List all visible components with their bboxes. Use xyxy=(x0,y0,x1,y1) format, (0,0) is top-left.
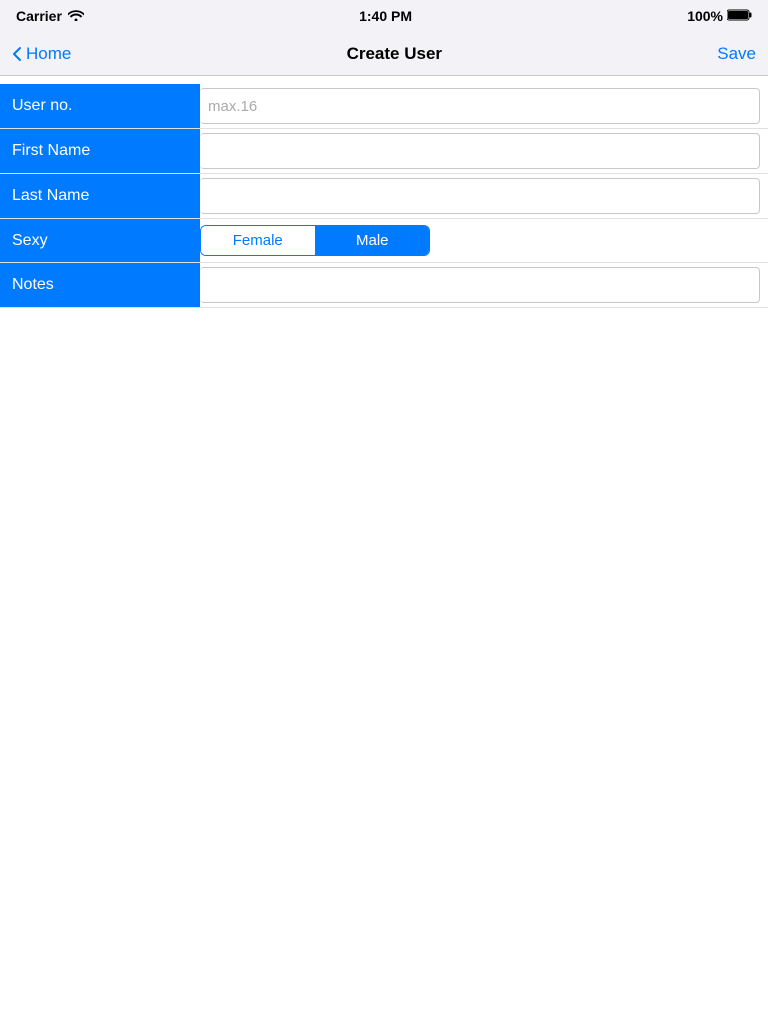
first-name-row: First Name xyxy=(0,129,768,174)
last-name-label: Last Name xyxy=(0,174,200,218)
first-name-input[interactable] xyxy=(200,133,760,169)
female-option[interactable]: Female xyxy=(201,226,315,255)
last-name-input[interactable] xyxy=(200,178,760,214)
battery-percent-label: 100% xyxy=(687,8,723,24)
first-name-label: First Name xyxy=(0,129,200,173)
carrier-label: Carrier xyxy=(16,8,62,24)
nav-bar: Home Create User Save xyxy=(0,32,768,76)
male-option[interactable]: Male xyxy=(316,226,430,255)
status-time: 1:40 PM xyxy=(359,8,412,24)
notes-row: Notes xyxy=(0,263,768,308)
notes-label: Notes xyxy=(0,263,200,307)
notes-input[interactable] xyxy=(200,267,760,303)
user-no-label: User no. xyxy=(0,84,200,128)
battery-icon xyxy=(727,8,752,24)
wifi-icon xyxy=(68,8,84,24)
page-title: Create User xyxy=(347,44,442,64)
user-no-input[interactable] xyxy=(200,88,760,124)
status-bar: Carrier 1:40 PM 100% xyxy=(0,0,768,32)
status-right: 100% xyxy=(687,8,752,24)
form-container: User no. First Name Last Name Sexy Femal… xyxy=(0,76,768,316)
sexy-segmented-control: Female Male xyxy=(200,225,430,256)
save-button[interactable]: Save xyxy=(717,44,756,64)
status-left: Carrier xyxy=(16,8,84,24)
sexy-row: Sexy Female Male xyxy=(0,219,768,263)
sexy-label: Sexy xyxy=(0,219,200,262)
last-name-row: Last Name xyxy=(0,174,768,219)
back-button[interactable]: Home xyxy=(12,44,71,64)
back-label: Home xyxy=(26,44,71,64)
user-no-row: User no. xyxy=(0,84,768,129)
